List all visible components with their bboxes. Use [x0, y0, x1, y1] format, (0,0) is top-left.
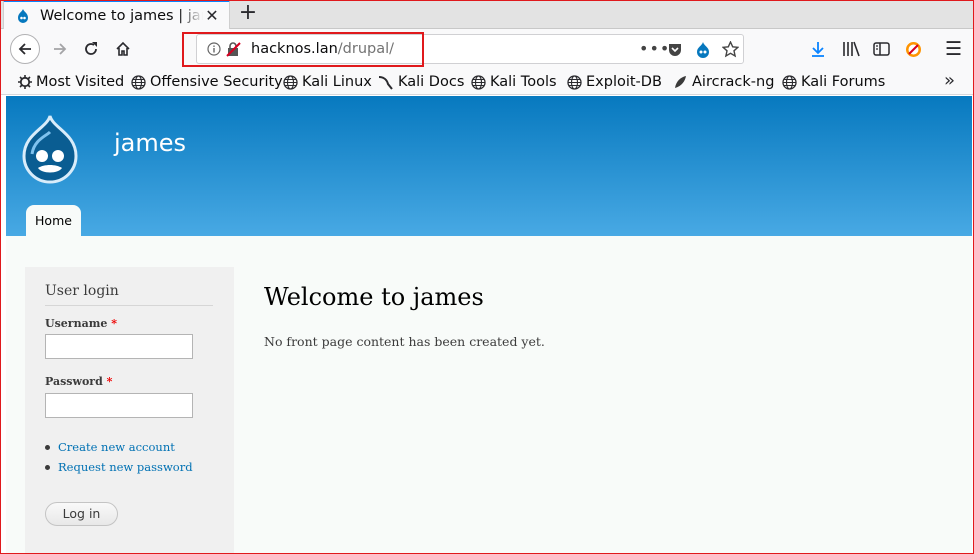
navigation-toolbar: hacknos.lan/drupal/ ••• ☰: [0, 29, 974, 69]
reload-icon: [85, 42, 97, 55]
drupal-icon[interactable]: [695, 41, 711, 59]
user-login-block: User login Username * Password * Create …: [25, 267, 234, 553]
block-title: User login: [45, 283, 119, 299]
url-highlight-box: [182, 32, 424, 67]
globe-icon: [782, 74, 797, 90]
home-button[interactable]: [108, 34, 138, 64]
create-account-link[interactable]: Create new account: [58, 440, 175, 454]
bookmark-offensive-security[interactable]: Offensive Security: [131, 72, 283, 92]
list-item: Create new account: [45, 437, 193, 457]
library-icon[interactable]: [842, 41, 860, 57]
bookmark-kali-tools[interactable]: Kali Tools: [471, 72, 557, 92]
new-tab-icon[interactable]: +: [236, 2, 260, 26]
page-message: No front page content has been created y…: [264, 334, 545, 349]
reload-button[interactable]: [76, 34, 106, 64]
back-button[interactable]: [10, 34, 40, 64]
site-header: james Home: [6, 96, 972, 236]
tab-title: Welcome to james | james: [40, 7, 203, 24]
more-actions-icon[interactable]: •••: [639, 39, 670, 58]
page-content: james Home User login Username * Passwor…: [6, 96, 972, 553]
gear-icon: [18, 75, 32, 89]
bookmark-exploit-db[interactable]: Exploit-DB: [567, 72, 662, 92]
chevron-right-icon[interactable]: »: [944, 70, 955, 91]
drupal-logo-icon[interactable]: [20, 114, 80, 184]
download-icon[interactable]: [810, 41, 826, 58]
password-label: Password *: [45, 375, 113, 388]
tab-strip: Welcome to james | james ✕ +: [0, 0, 974, 29]
password-field[interactable]: [45, 393, 193, 418]
kali-icon: [378, 75, 393, 90]
addon-blocked-icon[interactable]: [905, 41, 922, 58]
pocket-icon[interactable]: [667, 42, 683, 58]
required-marker: *: [106, 375, 113, 388]
tab-active[interactable]: Welcome to james | james ✕: [3, 0, 230, 29]
request-password-link[interactable]: Request new password: [58, 460, 193, 474]
account-links: Create new account Request new password: [45, 437, 193, 477]
page-title: Welcome to james: [264, 283, 484, 311]
bookmark-aircrack-ng[interactable]: Aircrack-ng: [673, 72, 774, 92]
arrow-right-icon: [54, 43, 67, 55]
sidebar-icon[interactable]: [873, 41, 890, 57]
login-button[interactable]: Log in: [45, 502, 118, 526]
drupal-favicon-icon: [18, 8, 28, 23]
divider: [45, 305, 213, 306]
menu-icon[interactable]: ☰: [945, 38, 962, 60]
site-name[interactable]: james: [114, 129, 186, 157]
list-item: Request new password: [45, 457, 193, 477]
tab-home[interactable]: Home: [26, 205, 81, 236]
arrow-left-icon: [18, 43, 31, 55]
globe-icon: [283, 74, 298, 90]
bookmark-most-visited[interactable]: Most Visited: [18, 72, 124, 92]
aircrack-icon: [675, 75, 686, 88]
globe-icon: [471, 74, 486, 90]
bookmark-kali-forums[interactable]: Kali Forums: [782, 72, 885, 92]
required-marker: *: [111, 317, 117, 330]
username-field[interactable]: [45, 334, 193, 359]
username-label: Username *: [45, 317, 117, 330]
home-icon: [116, 41, 130, 56]
forward-button[interactable]: [45, 34, 75, 64]
close-icon[interactable]: ✕: [204, 8, 220, 24]
bookmark-kali-linux[interactable]: Kali Linux: [283, 72, 372, 92]
globe-icon: [131, 74, 146, 90]
star-icon[interactable]: [722, 41, 739, 58]
bookmark-kali-docs[interactable]: Kali Docs: [378, 72, 464, 92]
bookmarks-toolbar: Most Visited Offensive Security Kali Lin…: [0, 69, 974, 95]
globe-icon: [567, 74, 582, 90]
